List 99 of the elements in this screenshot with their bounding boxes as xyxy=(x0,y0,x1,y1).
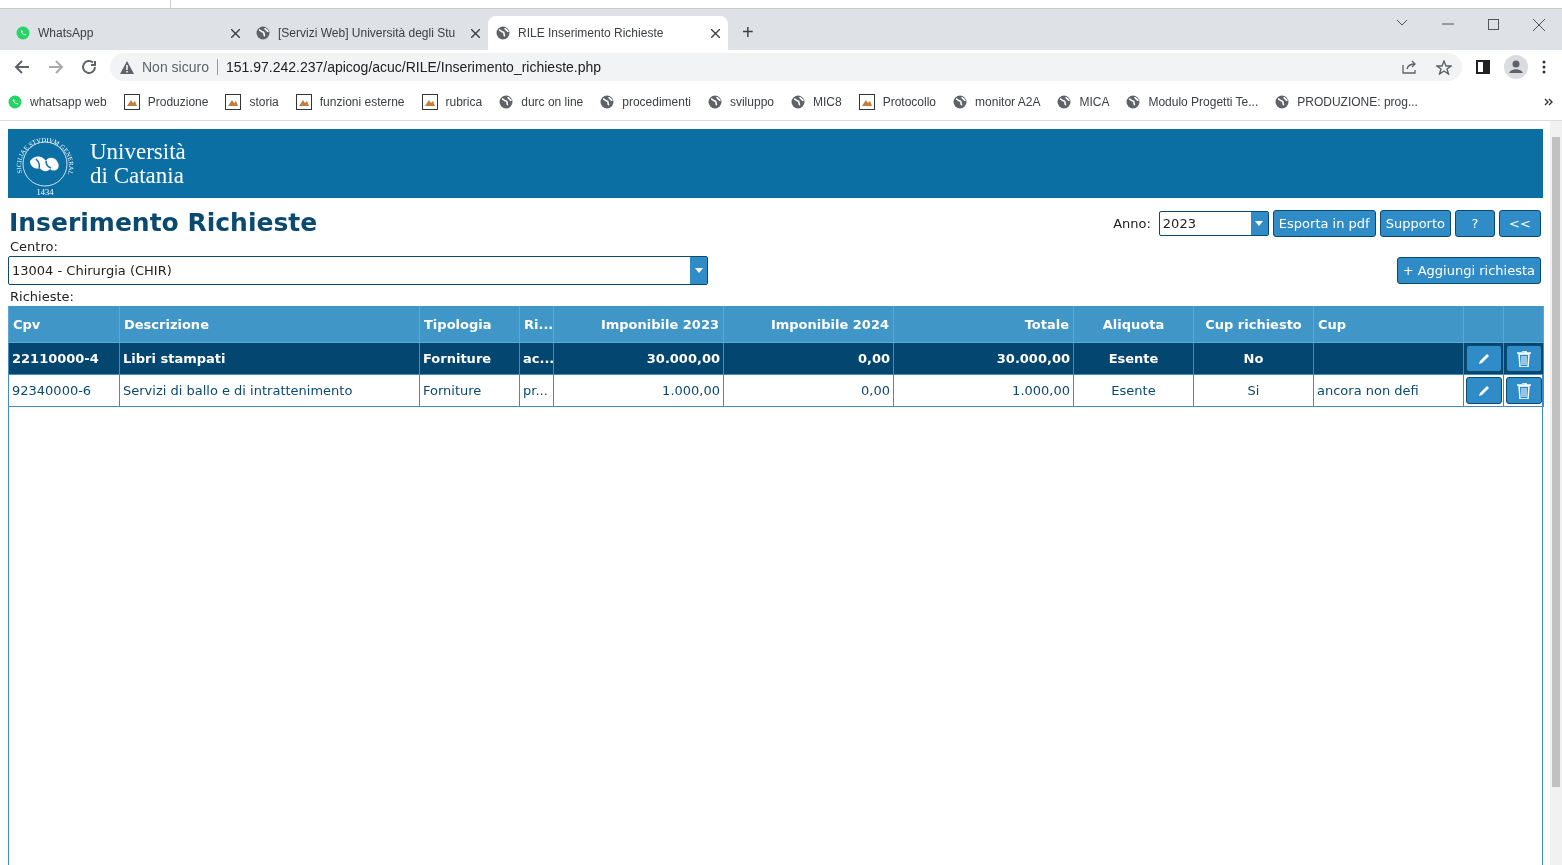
support-button[interactable]: Supporto xyxy=(1379,210,1451,237)
anno-label: Anno: xyxy=(1113,216,1151,231)
bookmark-link[interactable]: MIC8 xyxy=(791,95,842,109)
globe-icon xyxy=(1275,95,1290,109)
help-button[interactable]: ? xyxy=(1455,210,1495,237)
table-cell: No xyxy=(1193,342,1314,375)
delete-button[interactable] xyxy=(1505,345,1542,372)
bookmark-link[interactable]: Produzione xyxy=(123,94,209,110)
table-cell: 1.000,00 xyxy=(553,374,724,407)
whatsapp-icon xyxy=(16,26,30,40)
table-cell: 1.000,00 xyxy=(893,374,1074,407)
bookmark-link[interactable]: funzioni esterne xyxy=(295,94,405,110)
image-icon xyxy=(858,94,875,110)
globe-icon xyxy=(707,95,722,109)
table-cell: Esente xyxy=(1073,342,1194,375)
bookmark-link[interactable]: whatsapp web xyxy=(8,95,107,109)
image-icon xyxy=(295,94,312,110)
browser-tab[interactable]: [Servizi Web] Università degli Stu xyxy=(248,16,488,50)
table-cell: 30.000,00 xyxy=(553,342,724,375)
trash-icon xyxy=(1516,382,1531,399)
globe-icon xyxy=(256,26,270,40)
table-cell: 30.000,00 xyxy=(893,342,1074,375)
image-icon xyxy=(421,94,438,110)
globe-icon xyxy=(791,95,805,109)
table-cell: Forniture xyxy=(419,374,520,407)
close-icon[interactable] xyxy=(471,28,480,38)
security-label[interactable]: Non sicuro xyxy=(142,59,209,75)
column-header: Tipologia xyxy=(419,306,520,343)
share-icon[interactable] xyxy=(1402,60,1418,74)
column-header: Aliquota xyxy=(1073,306,1194,343)
bookmark-link[interactable]: monitor A2A xyxy=(953,95,1041,109)
bookmark-link[interactable]: Protocollo xyxy=(858,94,937,110)
globe-icon xyxy=(1126,95,1141,109)
bookmark-link[interactable]: Modulo Progetti Te... xyxy=(1126,95,1259,109)
column-header: Totale xyxy=(893,306,1074,343)
anno-dropdown[interactable]: 2023 xyxy=(1158,211,1269,236)
trash-icon xyxy=(1516,350,1531,367)
chevron-down-icon[interactable] xyxy=(1396,19,1408,27)
column-header: Cup xyxy=(1313,306,1464,343)
table-cell: 22110000-4 xyxy=(8,342,120,375)
close-icon[interactable] xyxy=(711,28,720,38)
url-text[interactable]: 151.97.242.237/apicog/acuc/RILE/Inserimento_richieste.php xyxy=(225,59,1394,75)
browser-tab[interactable]: RILE Inserimento Richieste xyxy=(488,16,728,50)
globe-icon xyxy=(496,26,510,40)
star-icon[interactable] xyxy=(1436,59,1452,75)
bookmark-link[interactable]: durc on line xyxy=(499,95,584,109)
column-header: Ri... xyxy=(519,306,554,343)
page-title: Inserimento Richieste xyxy=(9,207,318,239)
globe-icon xyxy=(499,95,514,109)
column-header: Imponibile 2023 xyxy=(553,306,724,343)
bookmark-link[interactable]: storia xyxy=(225,94,279,110)
pencil-icon xyxy=(1476,351,1491,366)
edit-button[interactable] xyxy=(1465,345,1502,372)
globe-icon xyxy=(1057,95,1072,109)
delete-button[interactable] xyxy=(1505,377,1542,404)
caret-down-icon xyxy=(694,268,703,273)
scrollbar-thumb[interactable] xyxy=(1552,137,1560,787)
close-icon[interactable] xyxy=(231,28,240,38)
pencil-icon xyxy=(1476,383,1491,398)
table-cell: Esente xyxy=(1073,374,1194,407)
warning-icon xyxy=(120,60,134,74)
globe-icon xyxy=(953,95,968,109)
column-header: Cpv xyxy=(8,306,120,343)
column-header: Descrizione xyxy=(119,306,420,343)
bookmark-link[interactable]: MICA xyxy=(1057,95,1110,109)
whatsapp-icon xyxy=(8,95,22,109)
export-pdf-button[interactable]: Esporta in pdf xyxy=(1272,210,1376,237)
browser-tab[interactable]: WhatsApp xyxy=(8,16,248,50)
back-button[interactable]: << xyxy=(1499,210,1541,237)
close-icon[interactable] xyxy=(1533,19,1545,31)
column-header: Cup richiesto xyxy=(1193,306,1314,343)
table-cell: Servizi di ballo e di intrattenimento xyxy=(119,374,420,407)
table-cell: 92340000-6 xyxy=(8,374,120,407)
table-cell: Si xyxy=(1193,374,1314,407)
chevron-double-right-icon[interactable] xyxy=(1544,98,1554,106)
bookmark-link[interactable]: sviluppo xyxy=(707,95,774,109)
profile-avatar-icon[interactable] xyxy=(1504,55,1528,79)
edit-button[interactable] xyxy=(1465,377,1502,404)
image-icon xyxy=(225,94,242,110)
table-cell: Forniture xyxy=(419,342,520,375)
bookmark-link[interactable]: procedimenti xyxy=(600,95,691,109)
image-icon xyxy=(123,94,140,110)
bookmark-link[interactable]: PRODUZIONE: prog... xyxy=(1275,95,1418,109)
bookmark-link[interactable]: rubrica xyxy=(421,94,483,110)
table-cell: pr... xyxy=(519,374,554,407)
new-tab-button[interactable]: + xyxy=(738,21,758,44)
table-cell: 0,00 xyxy=(723,374,894,407)
maximize-icon[interactable] xyxy=(1488,19,1499,30)
centro-dropdown[interactable]: 13004 - Chirurgia (CHIR) xyxy=(8,256,708,285)
add-request-button[interactable]: + Aggiungi richiesta xyxy=(1396,257,1541,284)
column-header: Imponibile 2024 xyxy=(723,306,894,343)
richieste-label: Richieste: xyxy=(10,289,75,305)
caret-down-icon xyxy=(1255,221,1264,226)
centro-label: Centro: xyxy=(10,239,59,255)
table-cell: ancora non defi xyxy=(1313,374,1464,407)
table-cell: 0,00 xyxy=(723,342,894,375)
globe-icon xyxy=(600,95,615,109)
table-cell: Libri stampati xyxy=(119,342,420,375)
university-name: Università di Catania xyxy=(90,139,186,188)
